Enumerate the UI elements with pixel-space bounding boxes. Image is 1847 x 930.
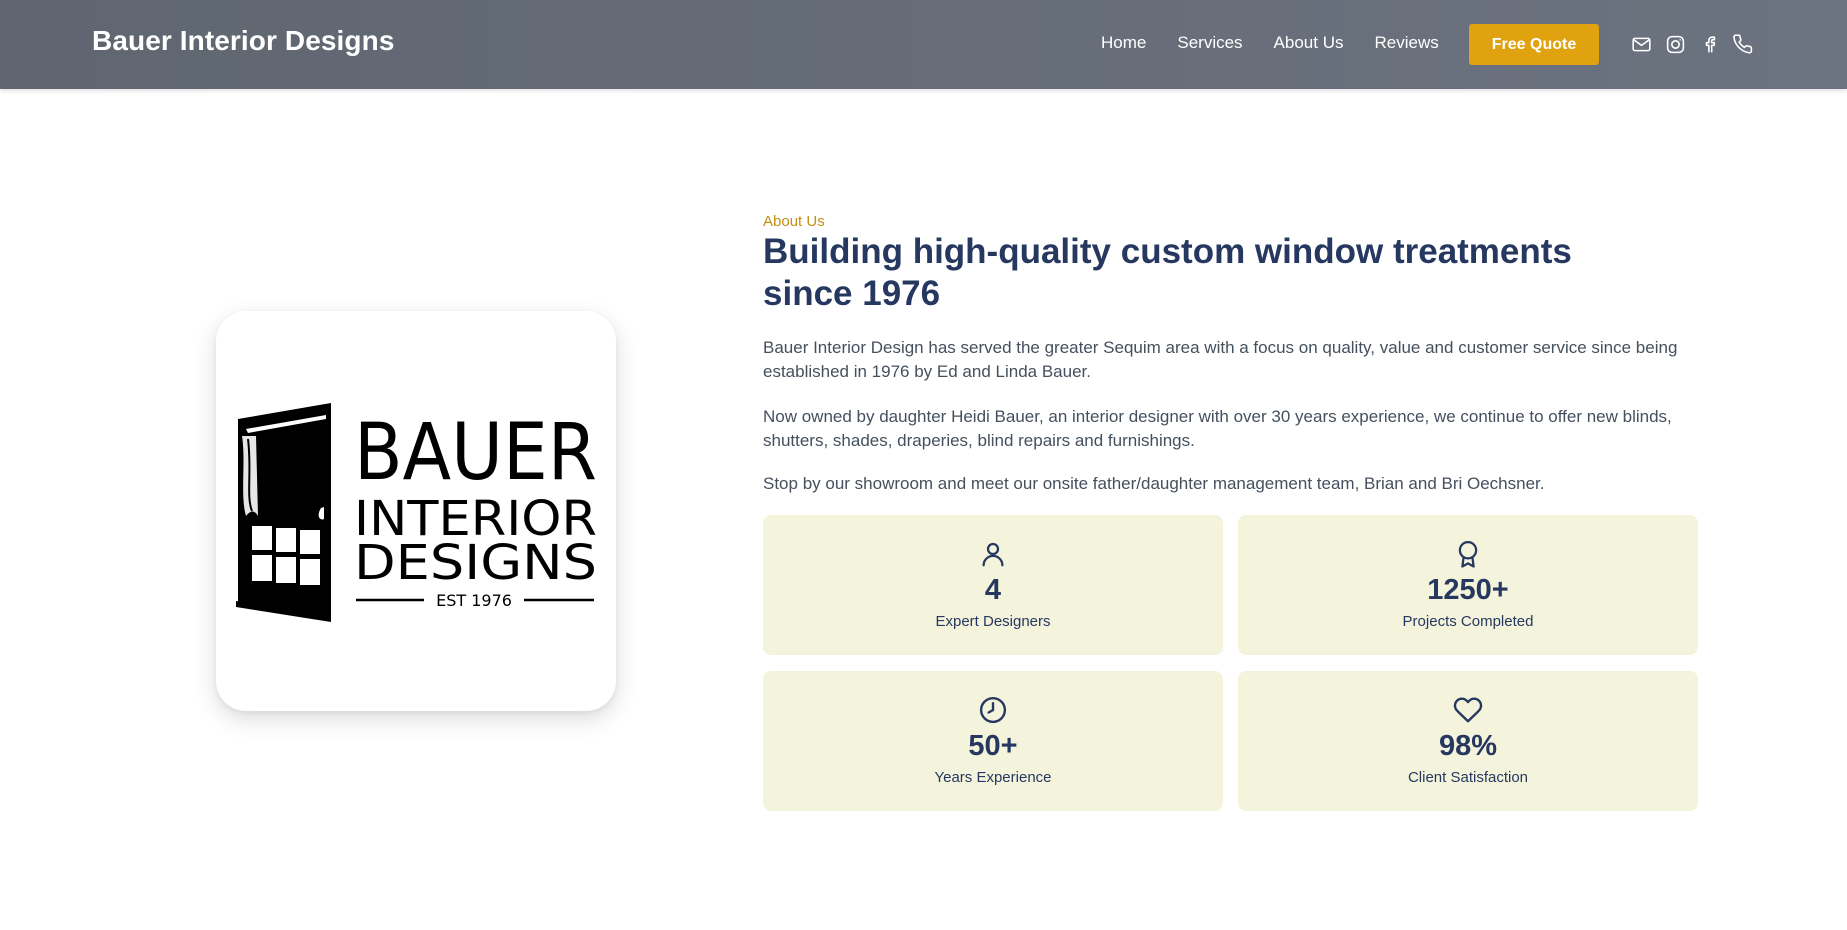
logo-word-designs: DESIGNS xyxy=(354,535,597,591)
stat-value: 4 xyxy=(984,574,1002,606)
about-paragraph-2: Now owned by daughter Heidi Bauer, an in… xyxy=(763,407,1672,450)
clock-icon xyxy=(978,695,1008,725)
stat-card-designers: 4 Expert Designers xyxy=(763,515,1223,655)
stat-label: Client Satisfaction xyxy=(1407,769,1529,786)
phone-icon[interactable] xyxy=(1732,33,1754,55)
nav-about-us[interactable]: About Us xyxy=(1274,33,1344,53)
free-quote-button[interactable]: Free Quote xyxy=(1469,24,1599,65)
header-contact-icons xyxy=(1630,33,1766,55)
stat-value: 50+ xyxy=(968,730,1018,762)
main-nav: Home Services About Us Reviews xyxy=(1101,33,1470,53)
stat-card-satisfaction: 98% Client Satisfaction xyxy=(1238,671,1698,811)
about-heading: Building high-quality custom window trea… xyxy=(763,232,1572,313)
window-graphic xyxy=(236,403,331,622)
stat-value: 1250+ xyxy=(1427,574,1509,606)
mail-icon[interactable] xyxy=(1630,33,1652,55)
nav-reviews[interactable]: Reviews xyxy=(1374,33,1438,53)
site-header: Bauer Interior Designs Home Services Abo… xyxy=(0,0,1847,89)
logo-est-year: EST 1976 xyxy=(436,591,512,610)
stat-label: Years Experience xyxy=(934,769,1052,786)
award-icon xyxy=(1453,539,1483,569)
brand-logo-text[interactable]: Bauer Interior Designs xyxy=(92,25,395,57)
heart-icon xyxy=(1453,695,1483,725)
stat-label: Projects Completed xyxy=(1402,613,1534,630)
stat-value: 98% xyxy=(1438,730,1498,762)
bauer-logo: BAUER INTERIOR DESIGNS EST 1976 xyxy=(236,403,597,622)
company-logo-card: BAUER INTERIOR DESIGNS EST 1976 xyxy=(216,311,616,711)
user-icon xyxy=(978,539,1008,569)
instagram-icon[interactable] xyxy=(1664,33,1686,55)
stat-label: Expert Designers xyxy=(935,613,1051,630)
stat-card-projects: 1250+ Projects Completed xyxy=(1238,515,1698,655)
nav-home[interactable]: Home xyxy=(1101,33,1146,53)
logo-word-bauer: BAUER xyxy=(354,408,597,498)
stat-card-experience: 50+ Years Experience xyxy=(763,671,1223,811)
section-eyebrow: About Us xyxy=(763,213,825,230)
about-paragraph-3: Stop by our showroom and meet our onsite… xyxy=(763,474,1545,493)
about-paragraph-1: Bauer Interior Design has served the gre… xyxy=(763,338,1678,381)
facebook-icon[interactable] xyxy=(1698,33,1720,55)
nav-services[interactable]: Services xyxy=(1177,33,1242,53)
